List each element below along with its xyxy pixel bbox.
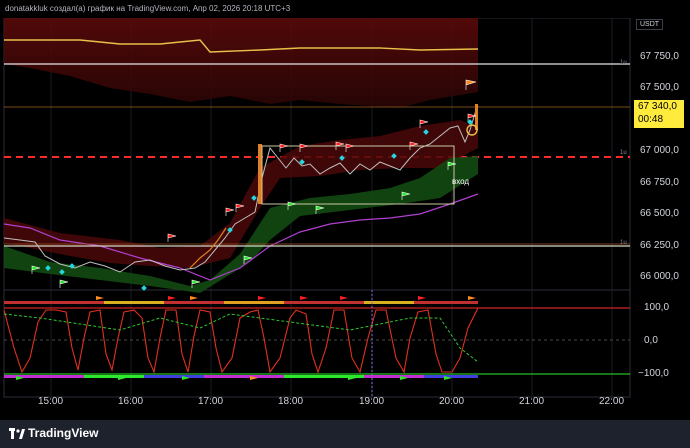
footer: TradingView xyxy=(0,420,690,448)
current-price-tag: 67 340,0 00:48 xyxy=(634,100,684,128)
chart-svg[interactable]: вход 1u 1u 1u xyxy=(0,17,690,415)
svg-text:1u: 1u xyxy=(620,150,627,156)
brand-name: TradingView xyxy=(28,426,99,440)
osc-label: 100,0 xyxy=(644,302,670,313)
osc-label: 0,0 xyxy=(644,335,658,346)
time-label: 15:00 xyxy=(38,396,64,407)
time-label: 17:00 xyxy=(198,396,224,407)
time-label: 21:00 xyxy=(519,396,545,407)
attribution-text: donatakkluk создал(а) график на TradingV… xyxy=(5,4,291,13)
chart-area[interactable]: вход 1u 1u 1u 67 750,0 67 500,0 67 000,0… xyxy=(0,17,690,415)
time-label: 18:00 xyxy=(278,396,304,407)
osc-top-strip xyxy=(4,301,478,304)
price-label: 66 000,0 xyxy=(640,271,679,282)
osc-bottom-strip xyxy=(4,375,478,378)
time-label: 19:00 xyxy=(359,396,385,407)
currency-badge[interactable]: USDT xyxy=(636,19,664,30)
oscillator-pane[interactable] xyxy=(3,289,631,398)
chart-header: donatakkluk создал(а) график на TradingV… xyxy=(0,0,690,18)
time-label: 16:00 xyxy=(118,396,144,407)
bar-countdown: 00:48 xyxy=(638,114,664,125)
current-price: 67 340,0 xyxy=(638,101,677,112)
price-label: 66 750,0 xyxy=(640,177,679,188)
svg-text:1u: 1u xyxy=(620,60,627,66)
svg-text:1u: 1u xyxy=(620,240,627,246)
price-label: 67 750,0 xyxy=(640,51,679,62)
osc-label: −100,0 xyxy=(638,368,669,379)
price-label: 67 000,0 xyxy=(640,145,679,156)
price-label: 67 500,0 xyxy=(640,82,679,93)
tradingview-logo-icon xyxy=(9,428,25,439)
breakout-candle xyxy=(258,144,262,204)
price-label: 66 500,0 xyxy=(640,208,679,219)
entry-label: вход xyxy=(452,177,469,186)
time-label: 22:00 xyxy=(599,396,625,407)
price-label: 66 250,0 xyxy=(640,240,679,251)
time-label: 20:00 xyxy=(439,396,465,407)
